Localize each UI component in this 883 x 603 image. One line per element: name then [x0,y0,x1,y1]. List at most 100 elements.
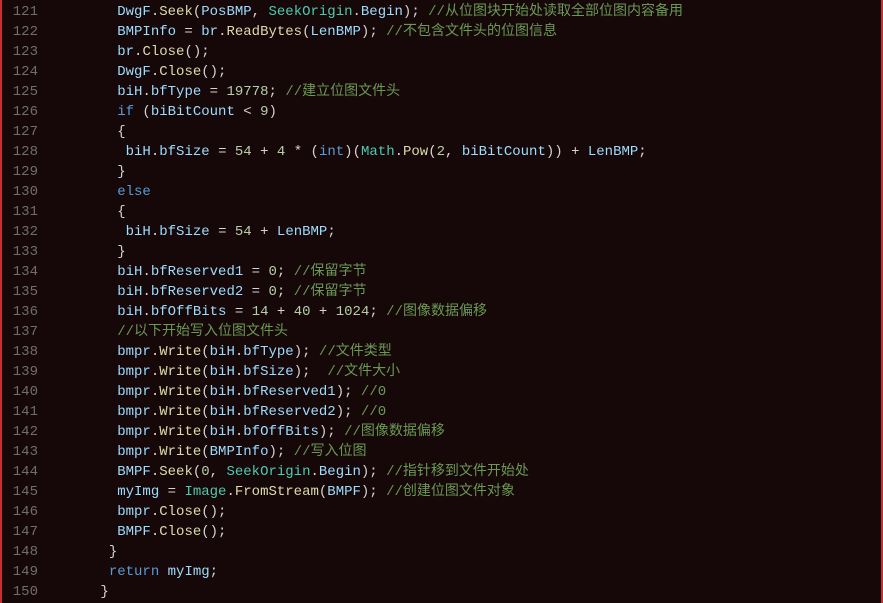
token-punct: ( [311,144,319,160]
token-op: < [235,104,260,120]
token-op: = [210,144,235,160]
token-punct: . [142,284,150,300]
code-line[interactable]: biH.bfOffBits = 14 + 40 + 1024; //图像数据偏移 [50,302,881,322]
code-line[interactable]: bmpr.Write(biH.bfOffBits); //图像数据偏移 [50,422,881,442]
token-punct: ; [277,264,294,280]
token-comment: //保留字节 [294,264,367,280]
token-ident: br [117,44,134,60]
code-line[interactable]: } [50,162,881,182]
code-line[interactable]: biH.bfType = 19778; //建立位图文件头 [50,82,881,102]
token-punct: , [210,464,227,480]
token-punct: ( [428,144,436,160]
code-line[interactable]: bmpr.Close(); [50,502,881,522]
token-method: FromStream [235,484,319,500]
token-punct: . [142,264,150,280]
token-ident: bfType [243,344,293,360]
token-keyword: else [117,184,151,200]
code-line[interactable]: bmpr.Write(biH.bfReserved1); //0 [50,382,881,402]
token-ident: biBitCount [151,104,235,120]
token-ident: bmpr [117,344,151,360]
token-ident: LenBMP [588,144,638,160]
token-keyword: int [319,144,344,160]
code-area[interactable]: DwgF.Seek(PosBMP, SeekOrigin.Begin); //从… [46,0,881,603]
token-punct: (); [201,64,226,80]
token-ident: biH [210,344,235,360]
line-number: 128 [2,142,38,162]
token-punct: . [151,64,159,80]
token-punct: ( [201,344,209,360]
code-editor[interactable]: 1211221231241251261271281291301311321331… [0,0,883,603]
code-line[interactable]: BMPInfo = br.ReadBytes(LenBMP); //不包含文件头… [50,22,881,42]
token-ident: bfSize [159,144,209,160]
token-ident: BMPF [117,464,151,480]
token-ident: biH [117,264,142,280]
token-ident: br [201,24,218,40]
token-op: + [311,304,336,320]
token-op: + [252,144,277,160]
token-comment: //创建位图文件对象 [386,484,515,500]
code-line[interactable]: br.Close(); [50,42,881,62]
code-line[interactable]: myImg = Image.FromStream(BMPF); //创建位图文件… [50,482,881,502]
token-type: SeekOrigin [226,464,310,480]
token-ident: bmpr [117,504,151,520]
token-ident: bfReserved1 [151,264,243,280]
code-line[interactable]: if (biBitCount < 9) [50,102,881,122]
token-comment: //保留字节 [294,284,367,300]
token-punct: } [117,244,125,260]
token-punct [159,564,167,580]
token-ident: bmpr [117,364,151,380]
code-line[interactable]: DwgF.Seek(PosBMP, SeekOrigin.Begin); //从… [50,2,881,22]
token-punct: . [151,444,159,460]
code-line[interactable]: biH.bfSize = 54 + 4 * (int)(Math.Pow(2, … [50,142,881,162]
token-punct: . [395,144,403,160]
line-number: 133 [2,242,38,262]
line-number: 127 [2,122,38,142]
line-number: 134 [2,262,38,282]
code-line[interactable]: bmpr.Write(biH.bfSize); //文件大小 [50,362,881,382]
code-line[interactable]: DwgF.Close(); [50,62,881,82]
token-punct: ( [193,464,201,480]
token-punct: ); [319,424,344,440]
token-num: 0 [268,284,276,300]
code-line[interactable]: return myImg; [50,562,881,582]
code-line[interactable]: } [50,582,881,602]
code-line[interactable]: } [50,542,881,562]
code-line[interactable]: else [50,182,881,202]
token-ident: biH [210,384,235,400]
token-punct: . [151,144,159,160]
token-punct: ( [134,104,151,120]
line-number: 148 [2,542,38,562]
code-line[interactable]: } [50,242,881,262]
token-punct: ( [193,4,201,20]
code-line[interactable]: { [50,202,881,222]
token-punct: ; [369,304,386,320]
code-line[interactable]: //以下开始写入位图文件头 [50,322,881,342]
token-comment: //图像数据偏移 [344,424,445,440]
token-comment: //文件类型 [319,344,392,360]
token-method: Write [159,424,201,440]
token-keyword: if [117,104,134,120]
code-line[interactable]: BMPF.Seek(0, SeekOrigin.Begin); //指针移到文件… [50,462,881,482]
code-line[interactable]: biH.bfReserved2 = 0; //保留字节 [50,282,881,302]
token-num: 0 [201,464,209,480]
line-number: 143 [2,442,38,462]
code-line[interactable]: bmpr.Write(biH.bfType); //文件类型 [50,342,881,362]
token-punct: . [226,484,234,500]
token-punct: ( [201,364,209,380]
code-line[interactable]: biH.bfSize = 54 + LenBMP; [50,222,881,242]
token-punct: . [151,364,159,380]
code-line[interactable]: biH.bfReserved1 = 0; //保留字节 [50,262,881,282]
token-comment: //0 [361,404,386,420]
token-punct: . [353,4,361,20]
token-ident: biH [126,144,151,160]
code-line[interactable]: bmpr.Write(BMPInfo); //写入位图 [50,442,881,462]
token-op: = [226,304,251,320]
token-punct: ); [336,384,361,400]
code-line[interactable]: bmpr.Write(biH.bfReserved2); //0 [50,402,881,422]
token-op: = [159,484,184,500]
token-method: Write [159,344,201,360]
code-line[interactable]: { [50,122,881,142]
line-number: 138 [2,342,38,362]
token-num: 0 [268,264,276,280]
code-line[interactable]: BMPF.Close(); [50,522,881,542]
